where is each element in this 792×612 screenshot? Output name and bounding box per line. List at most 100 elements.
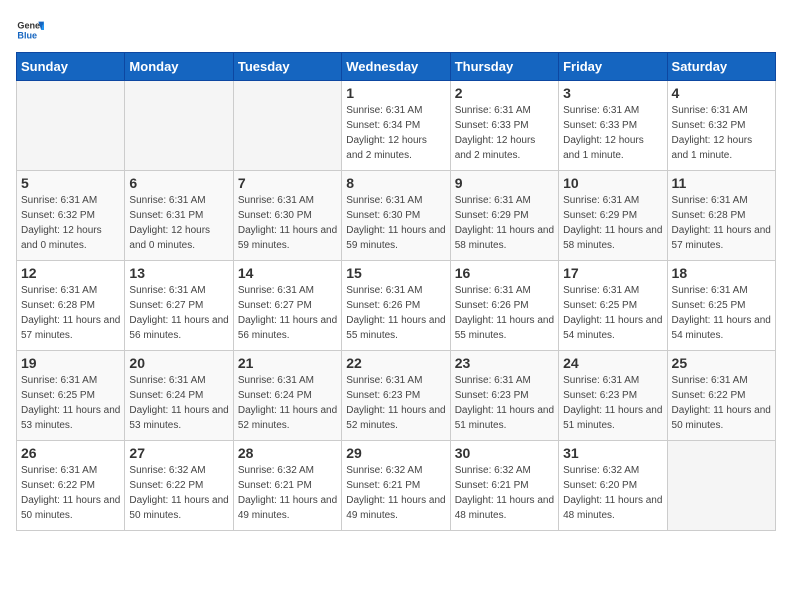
day-info: Sunrise: 6:32 AM Sunset: 6:21 PM Dayligh…: [346, 463, 445, 523]
day-info: Sunrise: 6:31 AM Sunset: 6:27 PM Dayligh…: [129, 283, 228, 343]
weekday-header-saturday: Saturday: [667, 53, 775, 81]
week-row-4: 19 Sunrise: 6:31 AM Sunset: 6:25 PM Dayli…: [17, 351, 776, 441]
day-number: 20: [129, 355, 228, 371]
day-info: Sunrise: 6:31 AM Sunset: 6:31 PM Dayligh…: [129, 193, 228, 253]
day-number: 26: [21, 445, 120, 461]
day-number: 13: [129, 265, 228, 281]
day-info: Sunrise: 6:31 AM Sunset: 6:30 PM Dayligh…: [238, 193, 337, 253]
day-cell-11: 11 Sunrise: 6:31 AM Sunset: 6:28 PM Dayli…: [667, 171, 775, 261]
day-cell-2: 2Sunrise: 6:31 AM Sunset: 6:33 PM Daylig…: [450, 81, 558, 171]
day-info: Sunrise: 6:31 AM Sunset: 6:28 PM Dayligh…: [21, 283, 120, 343]
day-cell-28: 28 Sunrise: 6:32 AM Sunset: 6:21 PM Dayli…: [233, 441, 341, 531]
day-cell-17: 17 Sunrise: 6:31 AM Sunset: 6:25 PM Dayli…: [559, 261, 667, 351]
day-number: 10: [563, 175, 662, 191]
day-info: Sunrise: 6:31 AM Sunset: 6:29 PM Dayligh…: [455, 193, 554, 253]
day-cell-24: 24Sunrise: 6:31 AM Sunset: 6:23 PM Dayli…: [559, 351, 667, 441]
day-info: Sunrise: 6:32 AM Sunset: 6:22 PM Dayligh…: [129, 463, 228, 523]
day-info: Sunrise: 6:31 AM Sunset: 6:25 PM Dayligh…: [21, 373, 120, 433]
day-number: 23: [455, 355, 554, 371]
day-cell-1: 1 Sunrise: 6:31 AM Sunset: 6:34 PM Daylig…: [342, 81, 450, 171]
day-number: 6: [129, 175, 228, 191]
day-cell-7: 7 Sunrise: 6:31 AM Sunset: 6:30 PM Daylig…: [233, 171, 341, 261]
day-info: Sunrise: 6:31 AM Sunset: 6:29 PM Dayligh…: [563, 193, 662, 253]
day-number: 29: [346, 445, 445, 461]
day-info: Sunrise: 6:31 AM Sunset: 6:22 PM Dayligh…: [21, 463, 120, 523]
day-number: 31: [563, 445, 662, 461]
day-info: Sunrise: 6:31 AM Sunset: 6:23 PM Dayligh…: [346, 373, 445, 433]
day-number: 8: [346, 175, 445, 191]
weekday-header-tuesday: Tuesday: [233, 53, 341, 81]
day-info: Sunrise: 6:31 AM Sunset: 6:26 PM Dayligh…: [346, 283, 445, 343]
svg-text:Blue: Blue: [17, 30, 37, 40]
day-number: 25: [672, 355, 771, 371]
empty-cell: [667, 441, 775, 531]
logo-icon: General Blue: [16, 16, 44, 44]
day-cell-30: 30 Sunrise: 6:32 AM Sunset: 6:21 PM Dayli…: [450, 441, 558, 531]
empty-cell: [233, 81, 341, 171]
weekday-header-thursday: Thursday: [450, 53, 558, 81]
week-row-3: 12Sunrise: 6:31 AM Sunset: 6:28 PM Dayli…: [17, 261, 776, 351]
day-cell-8: 8 Sunrise: 6:31 AM Sunset: 6:30 PM Daylig…: [342, 171, 450, 261]
day-cell-16: 16Sunrise: 6:31 AM Sunset: 6:26 PM Dayli…: [450, 261, 558, 351]
day-info: Sunrise: 6:31 AM Sunset: 6:32 PM Dayligh…: [672, 103, 771, 163]
day-cell-20: 20 Sunrise: 6:31 AM Sunset: 6:24 PM Dayli…: [125, 351, 233, 441]
day-info: Sunrise: 6:31 AM Sunset: 6:28 PM Dayligh…: [672, 193, 771, 253]
day-number: 19: [21, 355, 120, 371]
day-info: Sunrise: 6:31 AM Sunset: 6:27 PM Dayligh…: [238, 283, 337, 343]
day-cell-14: 14 Sunrise: 6:31 AM Sunset: 6:27 PM Dayli…: [233, 261, 341, 351]
logo: General Blue: [16, 16, 48, 44]
day-number: 28: [238, 445, 337, 461]
day-cell-26: 26 Sunrise: 6:31 AM Sunset: 6:22 PM Dayli…: [17, 441, 125, 531]
day-cell-23: 23 Sunrise: 6:31 AM Sunset: 6:23 PM Dayli…: [450, 351, 558, 441]
day-cell-25: 25 Sunrise: 6:31 AM Sunset: 6:22 PM Dayli…: [667, 351, 775, 441]
day-info: Sunrise: 6:31 AM Sunset: 6:34 PM Dayligh…: [346, 103, 445, 163]
day-info: Sunrise: 6:31 AM Sunset: 6:25 PM Dayligh…: [672, 283, 771, 343]
day-cell-31: 31 Sunrise: 6:32 AM Sunset: 6:20 PM Dayli…: [559, 441, 667, 531]
day-cell-5: 5 Sunrise: 6:31 AM Sunset: 6:32 PM Daylig…: [17, 171, 125, 261]
day-number: 4: [672, 85, 771, 101]
day-cell-12: 12Sunrise: 6:31 AM Sunset: 6:28 PM Dayli…: [17, 261, 125, 351]
week-row-1: 1 Sunrise: 6:31 AM Sunset: 6:34 PM Daylig…: [17, 81, 776, 171]
day-number: 27: [129, 445, 228, 461]
day-number: 17: [563, 265, 662, 281]
day-number: 14: [238, 265, 337, 281]
day-info: Sunrise: 6:32 AM Sunset: 6:20 PM Dayligh…: [563, 463, 662, 523]
day-info: Sunrise: 6:32 AM Sunset: 6:21 PM Dayligh…: [238, 463, 337, 523]
weekday-header-sunday: Sunday: [17, 53, 125, 81]
day-cell-27: 27 Sunrise: 6:32 AM Sunset: 6:22 PM Dayli…: [125, 441, 233, 531]
day-info: Sunrise: 6:31 AM Sunset: 6:32 PM Dayligh…: [21, 193, 120, 253]
day-cell-4: 4 Sunrise: 6:31 AM Sunset: 6:32 PM Daylig…: [667, 81, 775, 171]
day-number: 18: [672, 265, 771, 281]
day-number: 7: [238, 175, 337, 191]
day-cell-13: 13 Sunrise: 6:31 AM Sunset: 6:27 PM Dayli…: [125, 261, 233, 351]
day-cell-18: 18 Sunrise: 6:31 AM Sunset: 6:25 PM Dayli…: [667, 261, 775, 351]
day-number: 24: [563, 355, 662, 371]
weekday-header-monday: Monday: [125, 53, 233, 81]
day-info: Sunrise: 6:31 AM Sunset: 6:22 PM Dayligh…: [672, 373, 771, 433]
weekday-header-friday: Friday: [559, 53, 667, 81]
day-number: 1: [346, 85, 445, 101]
day-info: Sunrise: 6:31 AM Sunset: 6:23 PM Dayligh…: [455, 373, 554, 433]
calendar-table: SundayMondayTuesdayWednesdayThursdayFrid…: [16, 52, 776, 531]
day-info: Sunrise: 6:31 AM Sunset: 6:25 PM Dayligh…: [563, 283, 662, 343]
day-cell-21: 21 Sunrise: 6:31 AM Sunset: 6:24 PM Dayli…: [233, 351, 341, 441]
day-info: Sunrise: 6:31 AM Sunset: 6:30 PM Dayligh…: [346, 193, 445, 253]
day-number: 30: [455, 445, 554, 461]
day-number: 11: [672, 175, 771, 191]
day-info: Sunrise: 6:31 AM Sunset: 6:33 PM Dayligh…: [455, 103, 554, 163]
day-cell-22: 22 Sunrise: 6:31 AM Sunset: 6:23 PM Dayli…: [342, 351, 450, 441]
day-cell-15: 15Sunrise: 6:31 AM Sunset: 6:26 PM Dayli…: [342, 261, 450, 351]
day-cell-3: 3 Sunrise: 6:31 AM Sunset: 6:33 PM Daylig…: [559, 81, 667, 171]
day-info: Sunrise: 6:31 AM Sunset: 6:24 PM Dayligh…: [238, 373, 337, 433]
empty-cell: [17, 81, 125, 171]
empty-cell: [125, 81, 233, 171]
day-number: 3: [563, 85, 662, 101]
day-number: 21: [238, 355, 337, 371]
day-cell-6: 6 Sunrise: 6:31 AM Sunset: 6:31 PM Daylig…: [125, 171, 233, 261]
day-info: Sunrise: 6:32 AM Sunset: 6:21 PM Dayligh…: [455, 463, 554, 523]
day-number: 5: [21, 175, 120, 191]
day-info: Sunrise: 6:31 AM Sunset: 6:33 PM Dayligh…: [563, 103, 662, 163]
day-cell-9: 9Sunrise: 6:31 AM Sunset: 6:29 PM Daylig…: [450, 171, 558, 261]
day-number: 22: [346, 355, 445, 371]
day-info: Sunrise: 6:31 AM Sunset: 6:24 PM Dayligh…: [129, 373, 228, 433]
